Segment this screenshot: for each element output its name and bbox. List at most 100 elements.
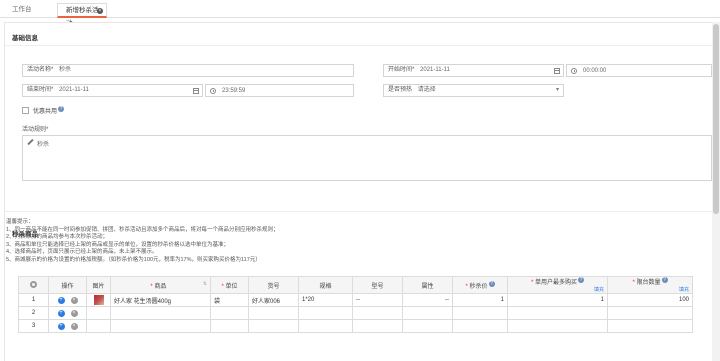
fill-link[interactable]: 填充 [679, 286, 689, 293]
tip-line: 温馨提示： [6, 219, 34, 225]
row-qty[interactable]: 100 [607, 293, 693, 307]
row-code [248, 306, 299, 320]
row-ops: + × [48, 319, 87, 333]
coupon-label: 优惠共用? [33, 106, 65, 115]
table-row: 2 + × [18, 306, 693, 320]
rules-value: 秒杀 [37, 142, 50, 148]
sort-icon[interactable]: ⇅ [203, 281, 207, 287]
start-date-field[interactable]: 开始时间* 2021-11-11 [383, 64, 564, 77]
col-unit: * 单位 [210, 276, 249, 294]
coupon-checkbox[interactable] [22, 107, 29, 114]
row-ops: + × [48, 293, 87, 307]
fill-link[interactable]: 填充 [594, 286, 604, 293]
preheat-select[interactable]: 是否预热 请选择 ▾ [383, 84, 564, 97]
delete-row-icon[interactable]: × [70, 309, 78, 317]
close-tab-icon[interactable]: × [97, 8, 103, 14]
preheat-value: 请选择 [417, 87, 436, 93]
end-time-field[interactable]: 23:59:59 [205, 84, 354, 97]
col-spec: 规格 [298, 276, 353, 294]
goods-table: 操作 图片 * 商品 ⇅ * 单位 货号 规格 型号 属性 * 秒杀价? * 单用… [18, 276, 693, 333]
pencil-icon [27, 138, 34, 146]
add-row-icon[interactable]: + [57, 322, 65, 330]
activity-name-field[interactable]: 活动名称* 秒杀 [22, 64, 354, 77]
help-icon[interactable]: ? [661, 277, 668, 283]
end-date-field[interactable]: 结束时间* 2021-11-11 [22, 84, 203, 97]
col-model: 型号 [352, 276, 403, 294]
col-name-label: 商品 [154, 283, 167, 290]
row-spec: 1*20 [298, 293, 353, 307]
table-row: 1 + × 好人家 花生汤圆400g 袋 好人家006 1*20 -- -- 1 … [18, 293, 693, 307]
row-attr [402, 306, 453, 320]
delete-row-icon[interactable]: × [70, 322, 78, 330]
row-limit[interactable]: 1 [507, 293, 608, 307]
delete-row-icon[interactable]: × [70, 296, 78, 304]
row-img [86, 306, 111, 320]
tab-workbench[interactable]: 工作台 [6, 3, 46, 18]
col-code: 货号 [248, 276, 299, 294]
row-qty[interactable] [607, 319, 693, 333]
tip-line: 1、同一商品不能在同一时间参加促销、拼团、秒杀活动且添加多个商品后，将对每一个商… [6, 226, 279, 233]
row-name[interactable] [110, 319, 211, 333]
row-no: 1 [18, 293, 49, 307]
divider [5, 211, 715, 212]
coupon-label-text: 优惠共用 [33, 109, 58, 115]
clock-icon [210, 88, 216, 94]
col-img: 图片 [86, 276, 111, 294]
add-row-icon[interactable]: + [57, 296, 65, 304]
row-limit[interactable] [507, 306, 608, 320]
start-time-value: 00:00:00 [583, 68, 607, 74]
tab-bar: 工作台 新增秒杀活动 × [0, 0, 720, 27]
row-price[interactable] [452, 319, 508, 333]
gear-icon[interactable] [30, 280, 37, 288]
row-spec [298, 319, 353, 333]
row-unit[interactable] [210, 319, 249, 333]
rules-textarea[interactable]: 秒杀 [22, 135, 712, 181]
col-limit: * 单用户最多购买? 填充 [507, 276, 608, 294]
col-price: * 秒杀价? [452, 276, 508, 294]
col-attr: 属性 [402, 276, 453, 294]
row-attr: -- [402, 293, 453, 307]
basic-info-title: 基础信息 [12, 35, 38, 42]
start-time-label: 开始时间* [388, 67, 415, 73]
start-time-field[interactable]: 00:00:00 [566, 64, 712, 77]
tip-line: 4、选择商品时，页面只展示已经上架的商品，未上架不展示。 [6, 249, 158, 255]
col-qty: * 限台数量? 填充 [607, 276, 693, 294]
help-icon[interactable]: ? [488, 280, 495, 287]
col-price-label: 秒杀价 [469, 283, 488, 290]
col-name[interactable]: * 商品 ⇅ [110, 276, 211, 294]
vertical-scrollbar[interactable] [712, 22, 720, 361]
row-unit[interactable] [210, 306, 249, 320]
row-img [86, 293, 111, 307]
tab-new-seckill[interactable]: 新增秒杀活动 × [57, 3, 107, 27]
col-limit-label: 单用户最多购买 [535, 280, 578, 286]
clock-icon [571, 68, 577, 74]
chevron-down-icon: ▾ [555, 87, 559, 93]
tip-line: 2、列表添加的商品均参与本次秒杀活动； [6, 234, 109, 240]
add-row-icon[interactable]: + [57, 309, 65, 317]
help-icon[interactable]: ? [578, 277, 585, 283]
calendar-icon[interactable] [193, 88, 199, 94]
row-name[interactable] [110, 306, 211, 320]
activity-name-label: 活动名称* [27, 67, 54, 73]
row-attr [402, 319, 453, 333]
settings-header[interactable] [18, 276, 49, 294]
rules-label: 活动规则* [22, 127, 49, 133]
row-qty[interactable] [607, 306, 693, 320]
row-model [352, 306, 403, 320]
row-price[interactable]: 1 [452, 293, 508, 307]
row-price[interactable] [452, 306, 508, 320]
row-limit[interactable] [507, 319, 608, 333]
row-no: 2 [18, 306, 49, 320]
row-img [86, 319, 111, 333]
tip-line: 3、商品和单位只能选择已经上架的商品或显示的单位，设置的秒杀价格以选中单位为基准… [6, 241, 230, 248]
divider [5, 45, 715, 46]
tip-line: 5、商城展示的价格为设置的价格加税额。（如秒杀价格为100元，税率为17%，则买… [6, 256, 261, 263]
row-code: 好人家006 [248, 293, 299, 307]
table-row: 3 + × [18, 319, 693, 333]
row-name[interactable]: 好人家 花生汤圆400g [110, 293, 211, 307]
help-icon[interactable]: ? [58, 106, 65, 112]
calendar-icon[interactable] [554, 68, 560, 74]
row-model: -- [352, 293, 403, 307]
scrollbar-thumb[interactable] [713, 24, 719, 214]
row-unit[interactable]: 袋 [210, 293, 249, 307]
